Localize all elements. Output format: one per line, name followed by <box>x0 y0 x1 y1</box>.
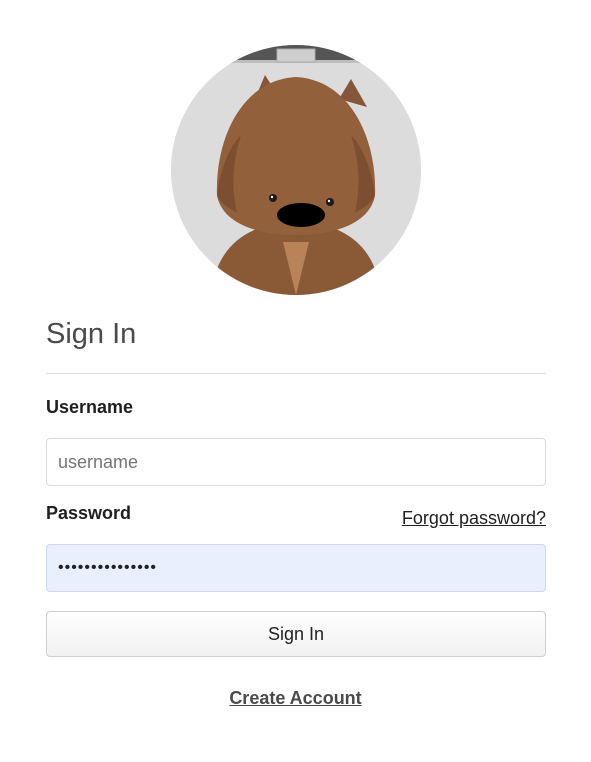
password-input[interactable] <box>46 544 546 592</box>
wombat-mascot-icon <box>171 45 421 295</box>
create-account-link[interactable]: Create Account <box>229 688 361 708</box>
title-divider <box>46 373 546 374</box>
username-label: Username <box>46 397 134 417</box>
forgot-password-link[interactable]: Forgot password? <box>402 508 546 529</box>
create-account-row: Create Account <box>0 688 591 709</box>
username-input[interactable] <box>46 438 546 486</box>
password-label: Password <box>46 503 132 523</box>
sign-in-page: Sign In Username Password Forgot passwor… <box>0 0 591 762</box>
page-title: Sign In <box>46 318 137 350</box>
sign-in-button[interactable]: Sign In <box>46 611 546 657</box>
